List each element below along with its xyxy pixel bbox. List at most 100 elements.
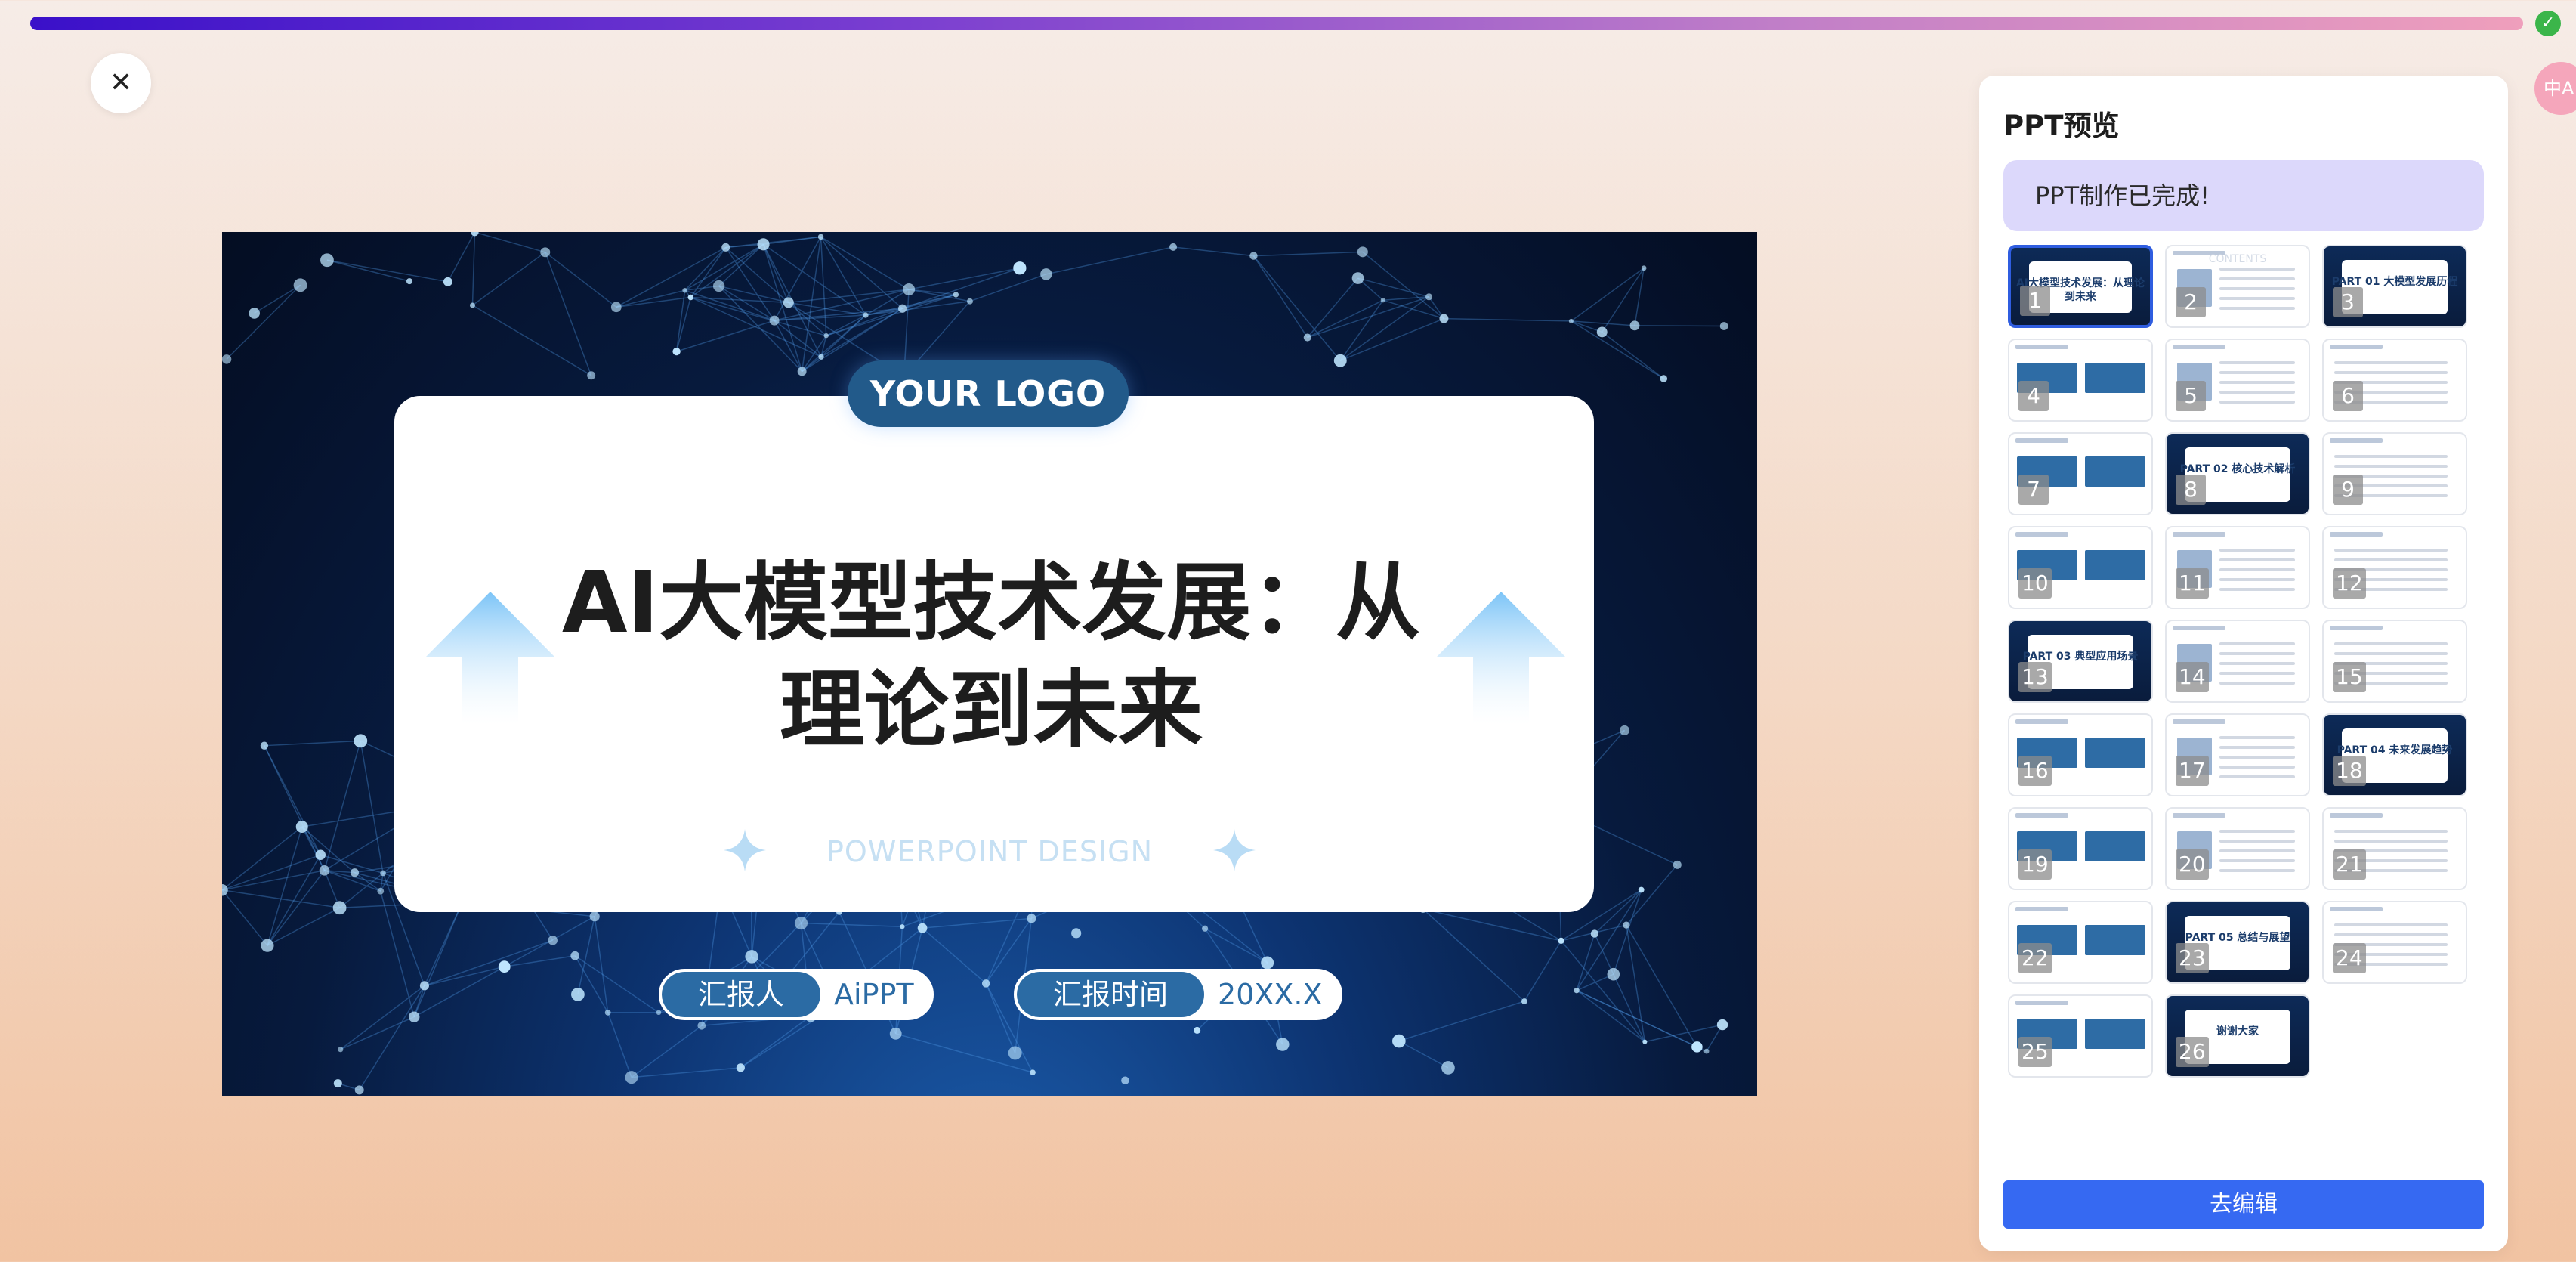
network-line xyxy=(1571,268,1645,322)
network-node xyxy=(797,367,807,376)
reporter-value: AiPPT xyxy=(834,978,914,1011)
network-line xyxy=(1576,990,1697,1048)
thumbnail-line xyxy=(2334,840,2448,843)
network-line xyxy=(922,917,1032,929)
network-line xyxy=(1422,908,1561,942)
network-line xyxy=(802,314,866,373)
slide-thumbnail[interactable]: CONTENTS 2 xyxy=(2165,245,2310,328)
slide-thumbnail[interactable]: 17 xyxy=(2165,713,2310,796)
network-node xyxy=(1008,1046,1022,1060)
network-node xyxy=(712,280,725,292)
network-node xyxy=(1121,1076,1129,1084)
slide-thumbnail[interactable]: PART 04 未来发展趋势 18 xyxy=(2322,713,2467,796)
thumbnail-line xyxy=(2219,682,2295,685)
network-line xyxy=(718,285,775,321)
network-line xyxy=(1576,990,1645,1043)
thumbnail-heading xyxy=(2173,719,2225,724)
network-node xyxy=(697,1021,706,1030)
slide-thumbnail[interactable]: 11 xyxy=(2165,526,2310,609)
slide-thumbnail[interactable]: 谢谢大家 26 xyxy=(2165,994,2310,1078)
network-node xyxy=(1425,293,1433,301)
network-line xyxy=(472,305,592,376)
network-node xyxy=(1521,998,1527,1004)
thumbnail-block xyxy=(2085,1019,2145,1049)
slide-thumbnail[interactable]: PART 02 核心技术解析 8 xyxy=(2165,432,2310,515)
slide-thumbnail[interactable]: 25 xyxy=(2008,994,2153,1078)
network-node xyxy=(1392,1034,1406,1048)
slide-thumbnail[interactable]: 20 xyxy=(2165,807,2310,890)
status-banner: PPT制作已完成! xyxy=(2003,160,2484,231)
network-line xyxy=(413,966,505,1018)
network-line xyxy=(1444,317,1571,322)
slide-thumbnail[interactable]: PART 05 总结与展望 23 xyxy=(2165,901,2310,984)
close-button[interactable]: ✕ xyxy=(91,53,151,113)
network-line xyxy=(222,870,325,891)
slide-thumbnail[interactable]: PART 01 大模型发展历程 3 xyxy=(2322,245,2467,328)
slide-thumbnail[interactable]: 4 xyxy=(2008,339,2153,422)
slide-thumbnail[interactable]: 15 xyxy=(2322,620,2467,703)
network-line xyxy=(267,870,326,946)
thumbnail-line xyxy=(2219,859,2295,862)
slide-thumbnail[interactable]: 22 xyxy=(2008,901,2153,984)
thumbnail-heading xyxy=(2330,626,2383,630)
thumbnail-line xyxy=(2219,766,2295,769)
network-node xyxy=(222,354,232,364)
translate-icon[interactable]: 中A xyxy=(2534,62,2576,115)
thumbnail-line xyxy=(2219,549,2295,552)
edit-button[interactable]: 去编辑 xyxy=(2003,1180,2484,1229)
network-line xyxy=(1560,940,1645,1043)
thumbnail-line xyxy=(2219,672,2295,675)
thumbnail-number: 8 xyxy=(2176,475,2206,505)
thumbnail-block xyxy=(2085,363,2145,393)
thumbnail-line xyxy=(2219,401,2295,404)
slide-thumbnail[interactable]: 19 xyxy=(2008,807,2153,890)
thumbnail-line xyxy=(2334,558,2448,561)
network-line xyxy=(616,296,691,308)
slide-thumbnail[interactable]: 12 xyxy=(2322,526,2467,609)
thumbnail-heading xyxy=(2330,532,2383,537)
network-line xyxy=(820,237,827,336)
thumbnail-number: 13 xyxy=(2018,662,2052,692)
network-node xyxy=(823,333,829,339)
network-line xyxy=(1626,924,1646,1042)
network-node xyxy=(783,297,794,308)
thumbnail-number: 20 xyxy=(2176,849,2209,880)
slide-thumbnail[interactable]: AI大模型技术发展：从理论到未来 1 xyxy=(2008,245,2153,328)
network-line xyxy=(607,1012,632,1078)
thumbnail-line xyxy=(2219,391,2295,394)
slide-thumbnail[interactable]: 9 xyxy=(2322,432,2467,515)
thumbnail-number: 2 xyxy=(2176,287,2206,317)
thumbnail-line xyxy=(2334,371,2448,374)
slide-thumbnail[interactable]: 7 xyxy=(2008,432,2153,515)
slide-thumbnail[interactable]: 16 xyxy=(2008,713,2153,796)
network-node xyxy=(656,1010,662,1016)
logo-badge: YOUR LOGO xyxy=(848,360,1129,427)
network-node xyxy=(354,734,368,748)
network-line xyxy=(447,232,476,283)
thumbnail-number: 6 xyxy=(2333,381,2363,411)
network-line xyxy=(1602,331,1664,379)
network-node xyxy=(419,981,430,991)
thumbnail-line xyxy=(2219,840,2295,843)
network-node xyxy=(736,1063,745,1072)
slide-thumbnail[interactable]: 21 xyxy=(2322,807,2467,890)
slide-thumbnail[interactable]: PART 03 典型应用场景 13 xyxy=(2008,620,2153,703)
network-node xyxy=(1441,1061,1455,1075)
slide-thumbnail[interactable]: 5 xyxy=(2165,339,2310,422)
network-line xyxy=(631,1067,741,1078)
slide-thumbnail[interactable]: 10 xyxy=(2008,526,2153,609)
thumbnail-line xyxy=(2219,642,2295,645)
slide-thumbnail[interactable]: 6 xyxy=(2322,339,2467,422)
slide-thumbnail[interactable]: 14 xyxy=(2165,620,2310,703)
network-node xyxy=(889,1027,902,1040)
thumbnail-line xyxy=(2219,361,2295,364)
network-line xyxy=(690,296,822,357)
slide-thumbnail[interactable]: 24 xyxy=(2322,901,2467,984)
network-node xyxy=(625,1071,638,1084)
network-node xyxy=(1380,298,1385,303)
network-node xyxy=(1439,314,1449,323)
network-node xyxy=(1719,322,1728,330)
thumbnail-line xyxy=(2334,933,2448,936)
thumbnail-number: 14 xyxy=(2176,662,2209,692)
network-line xyxy=(574,955,659,1013)
